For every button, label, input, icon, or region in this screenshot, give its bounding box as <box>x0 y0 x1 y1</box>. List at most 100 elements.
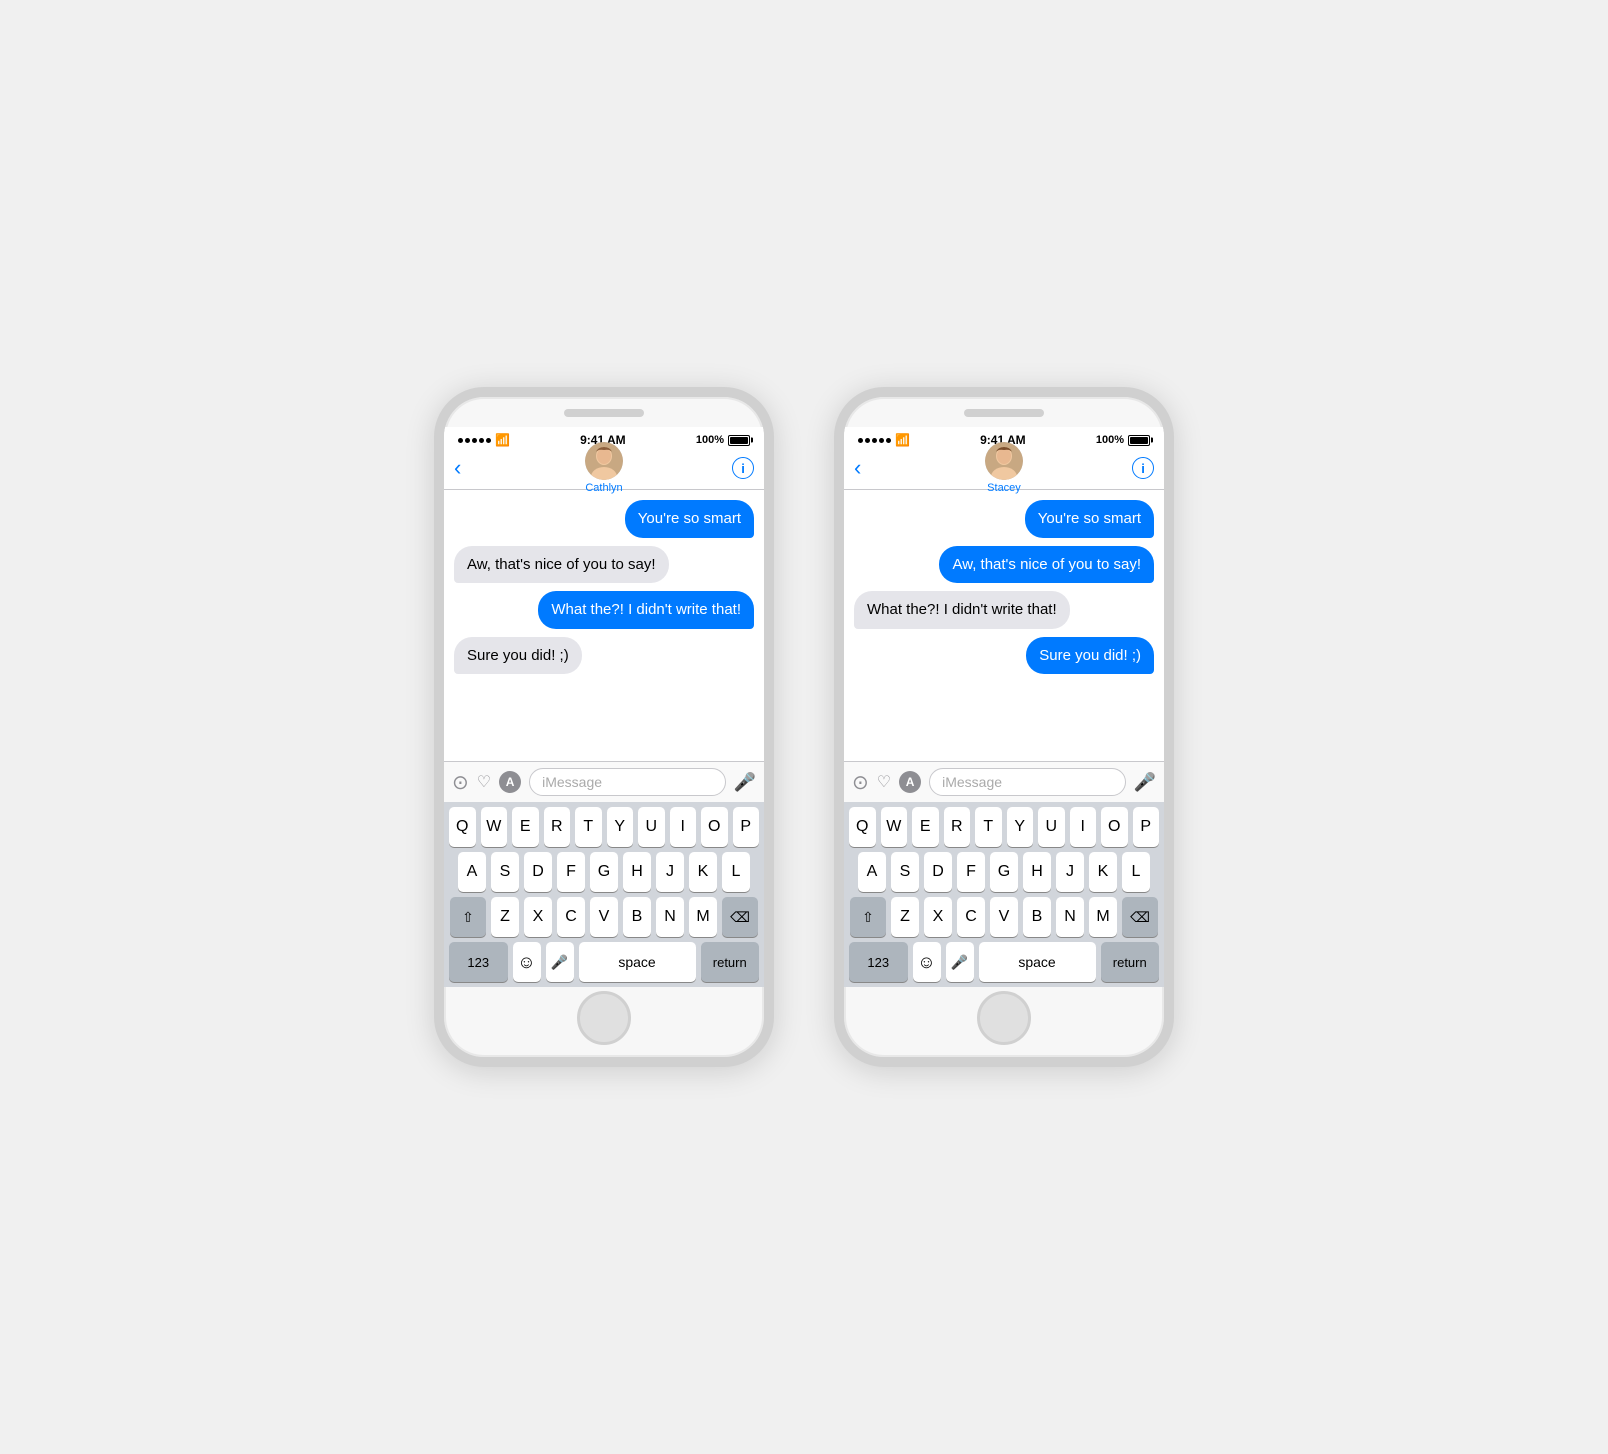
camera-icon-2[interactable]: ⊙ <box>852 770 869 795</box>
back-chevron-1: ‹ <box>454 455 461 481</box>
key-K[interactable]: K <box>689 852 717 892</box>
key-X[interactable]: X <box>524 897 552 937</box>
key-V2[interactable]: V <box>990 897 1018 937</box>
battery-label-1: 100% <box>696 434 724 446</box>
key-X2[interactable]: X <box>924 897 952 937</box>
key-Z[interactable]: Z <box>491 897 519 937</box>
key-J[interactable]: J <box>656 852 684 892</box>
key-Y2[interactable]: Y <box>1007 807 1034 847</box>
mic-icon-1[interactable]: 🎤 <box>734 772 756 793</box>
key-I[interactable]: I <box>670 807 697 847</box>
mic-icon-2[interactable]: 🎤 <box>1134 772 1156 793</box>
key-B2[interactable]: B <box>1023 897 1051 937</box>
emoji-key-2[interactable]: ☺ <box>913 942 941 982</box>
info-button-2[interactable]: i <box>1132 457 1154 479</box>
keyboard-row-1: Q W E R T Y U I O P <box>444 802 764 847</box>
key-N[interactable]: N <box>656 897 684 937</box>
key-Y[interactable]: Y <box>607 807 634 847</box>
key-A[interactable]: A <box>458 852 486 892</box>
key-D2[interactable]: D <box>924 852 952 892</box>
key-123-2[interactable]: 123 <box>849 942 908 982</box>
contact-name-1[interactable]: Cathlyn <box>585 482 622 494</box>
key-E2[interactable]: E <box>912 807 939 847</box>
status-left-1: 📶 <box>458 433 510 447</box>
message-row: Sure you did! ;) <box>454 637 754 675</box>
back-button-2[interactable]: ‹ <box>854 455 861 481</box>
key-N2[interactable]: N <box>1056 897 1084 937</box>
back-button-1[interactable]: ‹ <box>454 455 461 481</box>
key-M[interactable]: M <box>689 897 717 937</box>
key-C2[interactable]: C <box>957 897 985 937</box>
shift-key[interactable]: ⇧ <box>450 897 486 937</box>
key-K2[interactable]: K <box>1089 852 1117 892</box>
message-input-1[interactable]: iMessage <box>529 768 725 796</box>
messages-area-2: You're so smart Aw, that's nice of you t… <box>844 490 1164 761</box>
key-R2[interactable]: R <box>944 807 971 847</box>
key-W2[interactable]: W <box>881 807 908 847</box>
nav-center-2: Stacey <box>985 442 1023 494</box>
key-H2[interactable]: H <box>1023 852 1051 892</box>
key-S[interactable]: S <box>491 852 519 892</box>
backspace-key[interactable]: ⌫ <box>722 897 758 937</box>
space-key-2[interactable]: space <box>979 942 1096 982</box>
appstore-icon-2[interactable]: A <box>899 771 921 793</box>
key-U2[interactable]: U <box>1038 807 1065 847</box>
key-E[interactable]: E <box>512 807 539 847</box>
message-input-2[interactable]: iMessage <box>929 768 1125 796</box>
heartbeat-icon-2[interactable]: ♡ <box>877 772 891 792</box>
key-O2[interactable]: O <box>1101 807 1128 847</box>
key-T2[interactable]: T <box>975 807 1002 847</box>
keyboard-row-2: A S D F G H J K L <box>444 847 764 892</box>
input-placeholder-1: iMessage <box>542 774 602 790</box>
key-L[interactable]: L <box>722 852 750 892</box>
keyboard-row-1: Q W E R T Y U I O P <box>844 802 1164 847</box>
wifi-icon-2: 📶 <box>895 433 910 447</box>
keyboard-1: Q W E R T Y U I O P A S D F G H <box>444 802 764 987</box>
key-J2[interactable]: J <box>1056 852 1084 892</box>
key-I2[interactable]: I <box>1070 807 1097 847</box>
message-row: You're so smart <box>854 500 1154 538</box>
key-R[interactable]: R <box>544 807 571 847</box>
key-O[interactable]: O <box>701 807 728 847</box>
key-D[interactable]: D <box>524 852 552 892</box>
key-B[interactable]: B <box>623 897 651 937</box>
message-row: Sure you did! ;) <box>854 637 1154 675</box>
space-key[interactable]: space <box>579 942 696 982</box>
key-123[interactable]: 123 <box>449 942 508 982</box>
key-T[interactable]: T <box>575 807 602 847</box>
key-Q2[interactable]: Q <box>849 807 876 847</box>
shift-key-2[interactable]: ⇧ <box>850 897 886 937</box>
keyboard-row-4: 123 ☺ 🎤 space return <box>844 937 1164 987</box>
key-Z2[interactable]: Z <box>891 897 919 937</box>
key-F[interactable]: F <box>557 852 585 892</box>
key-G[interactable]: G <box>590 852 618 892</box>
info-button-1[interactable]: i <box>732 457 754 479</box>
key-A2[interactable]: A <box>858 852 886 892</box>
key-U[interactable]: U <box>638 807 665 847</box>
mic-key[interactable]: 🎤 <box>546 942 574 982</box>
key-V[interactable]: V <box>590 897 618 937</box>
key-Q[interactable]: Q <box>449 807 476 847</box>
key-W[interactable]: W <box>481 807 508 847</box>
key-F2[interactable]: F <box>957 852 985 892</box>
key-P2[interactable]: P <box>1133 807 1160 847</box>
key-P[interactable]: P <box>733 807 760 847</box>
key-C[interactable]: C <box>557 897 585 937</box>
key-G2[interactable]: G <box>990 852 1018 892</box>
emoji-key[interactable]: ☺ <box>513 942 541 982</box>
key-H[interactable]: H <box>623 852 651 892</box>
mic-key-2[interactable]: 🎤 <box>946 942 974 982</box>
heartbeat-icon-1[interactable]: ♡ <box>477 772 491 792</box>
key-M2[interactable]: M <box>1089 897 1117 937</box>
key-S2[interactable]: S <box>891 852 919 892</box>
key-L2[interactable]: L <box>1122 852 1150 892</box>
battery-icon-2 <box>1128 435 1150 446</box>
keyboard-row-4: 123 ☺ 🎤 space return <box>444 937 764 987</box>
avatar-1 <box>585 442 623 480</box>
contact-name-2[interactable]: Stacey <box>987 482 1021 494</box>
camera-icon-1[interactable]: ⊙ <box>452 770 469 795</box>
return-key-2[interactable]: return <box>1101 942 1160 982</box>
backspace-key-2[interactable]: ⌫ <box>1122 897 1158 937</box>
appstore-icon-1[interactable]: A <box>499 771 521 793</box>
return-key[interactable]: return <box>701 942 760 982</box>
